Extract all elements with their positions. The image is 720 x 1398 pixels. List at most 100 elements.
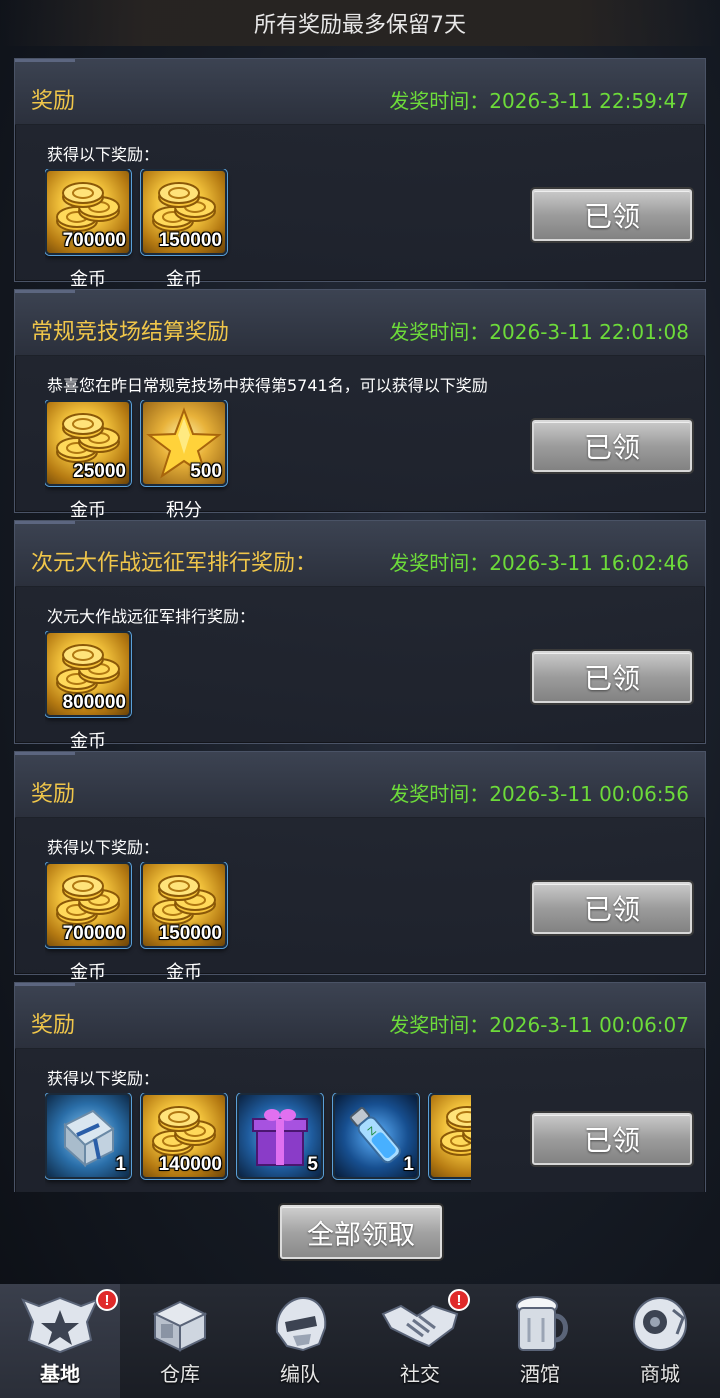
shop-orb-icon bbox=[633, 1297, 687, 1351]
reward-items: 1 140000 金币 5 Z 1 bbox=[45, 1093, 471, 1192]
item-count: 1 bbox=[403, 1154, 414, 1175]
item-name: 金币 bbox=[70, 962, 106, 980]
gold-coins-icon[interactable]: 700000 bbox=[45, 862, 131, 948]
item-count: 5 bbox=[307, 1154, 318, 1175]
notification-badge: ! bbox=[96, 1289, 118, 1311]
mail-title: 奖励 bbox=[31, 1013, 76, 1038]
mail-title: 次元大作战远征军排行奖励： bbox=[31, 551, 318, 576]
nav-label: 酒馆 bbox=[520, 1362, 560, 1386]
item-name: 金币 bbox=[70, 731, 106, 749]
reward-item[interactable]: Z 1 bbox=[333, 1093, 419, 1192]
reward-item[interactable]: 140000 金币 bbox=[141, 1093, 227, 1192]
reward-item[interactable]: 25000 金币 bbox=[45, 400, 131, 518]
mail-desc: 次元大作战远征军排行奖励： bbox=[47, 607, 256, 626]
mail-card-header: 次元大作战远征军排行奖励： 发奖时间：2026-3-11 16:02:46 bbox=[15, 521, 705, 587]
claimed-button[interactable]: 已领 bbox=[532, 1113, 692, 1165]
item-name: 金币 bbox=[141, 1189, 227, 1192]
vial-icon[interactable]: Z 1 bbox=[333, 1093, 419, 1179]
item-name: 金币 bbox=[166, 962, 202, 980]
warehouse-icon bbox=[152, 1300, 208, 1352]
reward-items: 700000 金币 150000 金币 bbox=[45, 862, 475, 980]
mail-card: 奖励 发奖时间：2026-3-11 22:59:47 获得以下奖励： 70000… bbox=[14, 58, 706, 287]
mail-desc: 获得以下奖励： bbox=[47, 838, 160, 857]
mail-time: 发奖时间：2026-3-11 00:06:07 bbox=[389, 1013, 689, 1037]
item-count: 140000 bbox=[158, 1154, 222, 1175]
gold-coins-icon[interactable]: 150000 bbox=[141, 862, 227, 948]
reward-items: 700000 金币 150000 金币 bbox=[45, 169, 475, 287]
reward-item[interactable]: 5 bbox=[237, 1093, 323, 1192]
mail-time: 发奖时间：2026-3-11 00:06:56 bbox=[389, 782, 689, 806]
nav-item-tavern[interactable]: 酒馆 bbox=[480, 1284, 600, 1398]
reward-item[interactable]: 700000 金币 bbox=[45, 169, 131, 287]
reward-item[interactable]: 150 bbox=[429, 1093, 471, 1192]
gold-coins-icon[interactable]: 140000 bbox=[141, 1093, 227, 1179]
mail-desc: 获得以下奖励： bbox=[47, 1069, 160, 1088]
gold-coins-icon[interactable]: 25000 bbox=[45, 400, 131, 486]
mail-time: 发奖时间：2026-3-11 22:59:47 bbox=[389, 89, 689, 113]
item-name: 金币 bbox=[166, 269, 202, 287]
base-emblem-icon bbox=[21, 1296, 99, 1354]
reward-item[interactable]: 150000 金币 bbox=[141, 169, 227, 287]
reward-item[interactable]: 500 积分 bbox=[141, 400, 227, 518]
item-count: 700000 bbox=[62, 923, 126, 944]
reward-item[interactable]: 700000 金币 bbox=[45, 862, 131, 980]
item-count: 1 bbox=[115, 1154, 126, 1175]
nav-item-shop[interactable]: 商城 bbox=[600, 1284, 720, 1398]
silver-box-icon[interactable]: 1 bbox=[45, 1093, 131, 1179]
gold-coins-icon[interactable]: 800000 bbox=[45, 631, 131, 717]
mail-card: 奖励 发奖时间：2026-3-11 00:06:07 获得以下奖励： 1 140… bbox=[14, 982, 706, 1192]
nav-item-social[interactable]: 社交 ! bbox=[360, 1284, 480, 1398]
item-count: 500 bbox=[190, 461, 222, 482]
item-count: 800000 bbox=[62, 692, 126, 713]
reward-items: 800000 金币 bbox=[45, 631, 475, 749]
gold-coins-icon[interactable]: 150000 bbox=[141, 169, 227, 255]
reward-item[interactable]: 150000 金币 bbox=[141, 862, 227, 980]
mail-time: 发奖时间：2026-3-11 16:02:46 bbox=[389, 551, 689, 575]
helmet-icon bbox=[275, 1296, 327, 1352]
nav-label: 仓库 bbox=[160, 1362, 200, 1386]
reward-items: 25000 金币 500 积分 bbox=[45, 400, 475, 518]
gold-coins-icon[interactable]: 700000 bbox=[45, 169, 131, 255]
mail-title: 奖励 bbox=[31, 89, 76, 114]
purple-gift-icon[interactable]: 5 bbox=[237, 1093, 323, 1179]
gold-coins-icon[interactable]: 150 bbox=[429, 1093, 471, 1179]
claimed-button[interactable]: 已领 bbox=[532, 189, 692, 241]
item-count: 700000 bbox=[62, 230, 126, 251]
nav-label: 编队 bbox=[280, 1362, 320, 1386]
nav-item-formation[interactable]: 编队 bbox=[240, 1284, 360, 1398]
star-icon[interactable]: 500 bbox=[141, 400, 227, 486]
mail-time: 发奖时间：2026-3-11 22:01:08 bbox=[389, 320, 689, 344]
claimed-button[interactable]: 已领 bbox=[532, 882, 692, 934]
nav-item-warehouse[interactable]: 仓库 bbox=[120, 1284, 240, 1398]
mail-card: 奖励 发奖时间：2026-3-11 00:06:56 获得以下奖励： 70000… bbox=[14, 751, 706, 980]
mail-list[interactable]: 奖励 发奖时间：2026-3-11 22:59:47 获得以下奖励： 70000… bbox=[14, 58, 706, 1192]
item-count: 150000 bbox=[158, 230, 222, 251]
mail-card-header: 奖励 发奖时间：2026-3-11 00:06:07 bbox=[15, 983, 705, 1049]
banner-text: 所有奖励最多保留7天 bbox=[254, 13, 466, 38]
mail-title: 常规竞技场结算奖励 bbox=[31, 320, 230, 345]
mail-card-header: 常规竞技场结算奖励 发奖时间：2026-3-11 22:01:08 bbox=[15, 290, 705, 356]
nav-label: 基地 bbox=[40, 1362, 80, 1386]
nav-label: 商城 bbox=[640, 1362, 680, 1386]
claim-all-button[interactable]: 全部领取 bbox=[280, 1205, 442, 1259]
item-name: 金币 bbox=[70, 269, 106, 287]
beer-mug-icon bbox=[516, 1296, 568, 1351]
item-count: 25000 bbox=[73, 461, 126, 482]
nav-item-base[interactable]: 基地 ! bbox=[0, 1284, 120, 1398]
retention-banner: 所有奖励最多保留7天 bbox=[0, 0, 720, 46]
claimed-button[interactable]: 已领 bbox=[532, 420, 692, 472]
item-name: 积分 bbox=[166, 500, 202, 518]
reward-item[interactable]: 1 bbox=[45, 1093, 131, 1192]
mail-card-header: 奖励 发奖时间：2026-3-11 00:06:56 bbox=[15, 752, 705, 818]
reward-item[interactable]: 800000 金币 bbox=[45, 631, 131, 749]
mail-card: 次元大作战远征军排行奖励： 发奖时间：2026-3-11 16:02:46 次元… bbox=[14, 520, 706, 749]
item-name: 金币 bbox=[70, 500, 106, 518]
mail-card-header: 奖励 发奖时间：2026-3-11 22:59:47 bbox=[15, 59, 705, 125]
mail-desc: 获得以下奖励： bbox=[47, 145, 160, 164]
item-count: 150000 bbox=[158, 923, 222, 944]
claimed-button[interactable]: 已领 bbox=[532, 651, 692, 703]
mail-card: 常规竞技场结算奖励 发奖时间：2026-3-11 22:01:08 恭喜您在昨日… bbox=[14, 289, 706, 518]
bottom-nav: 基地 ! 仓库 编队 社交 ! 酒馆 商城 bbox=[0, 1284, 720, 1398]
nav-label: 社交 bbox=[400, 1362, 440, 1386]
notification-badge: ! bbox=[448, 1289, 470, 1311]
